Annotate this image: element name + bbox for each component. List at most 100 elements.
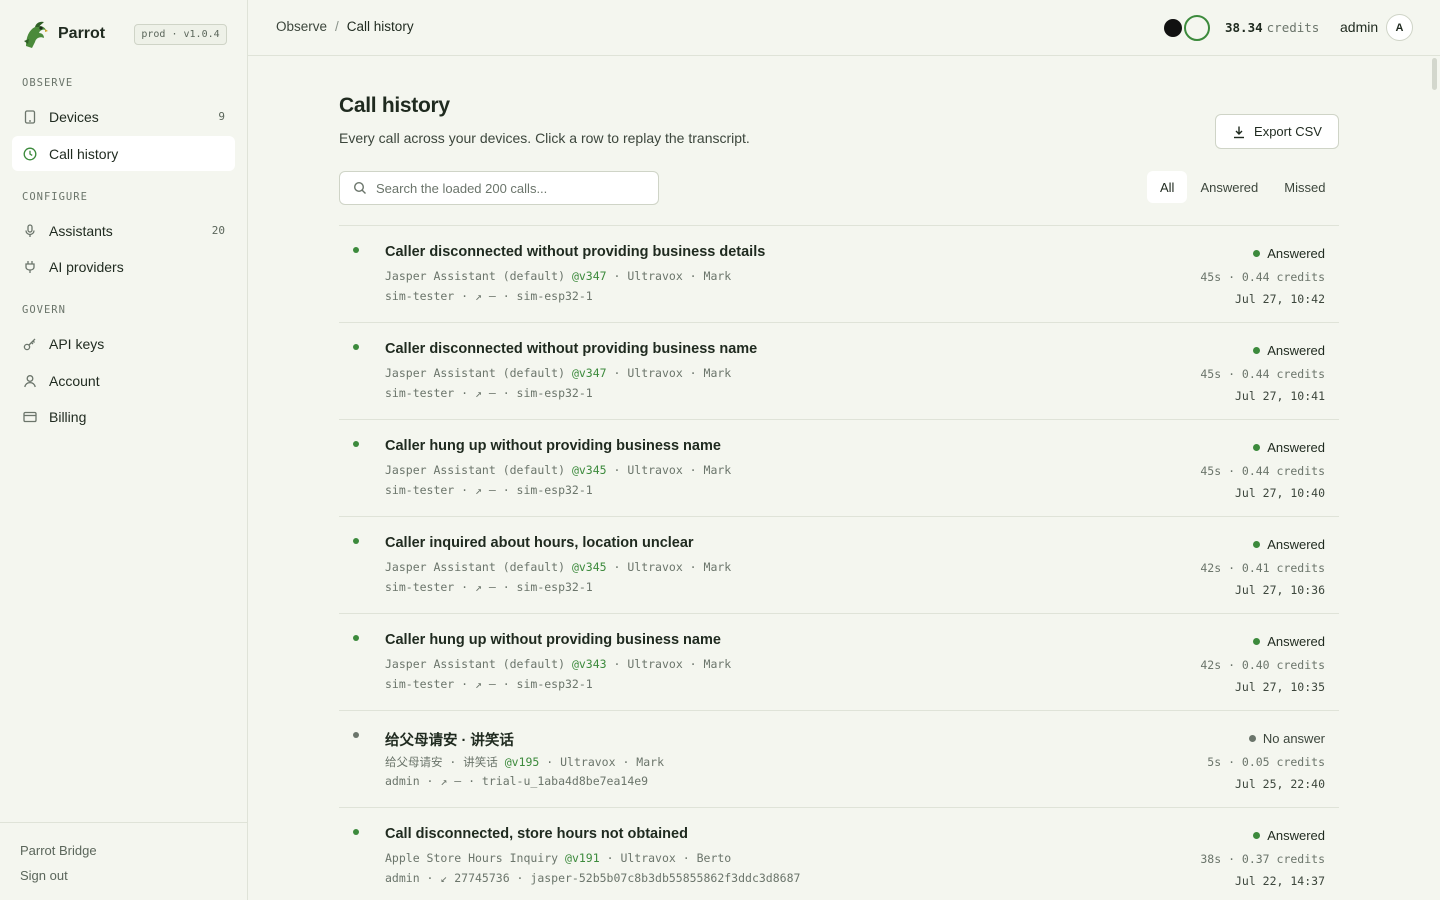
call-assistant: Jasper Assistant (default) [385, 560, 566, 574]
call-assistant: Jasper Assistant (default) [385, 463, 566, 477]
sign-out-link[interactable]: Sign out [20, 868, 68, 883]
call-voice: Mark [636, 755, 664, 769]
status-text: Answered [1267, 343, 1325, 358]
sidebar-item-call-history[interactable]: Call history [12, 136, 235, 171]
row-status-dot [353, 344, 359, 350]
call-meta-assistant: Jasper Assistant (default) @v345 · Ultra… [385, 463, 732, 477]
sidebar-item-label: Account [49, 372, 100, 389]
sidebar-item-count: 9 [218, 110, 225, 123]
sidebar-footer: Parrot Bridge Sign out [0, 822, 247, 900]
call-provider: Ultravox [627, 560, 683, 574]
row-status-dot [353, 829, 359, 835]
call-title: 给父母请安 · 讲笑话 [385, 733, 514, 749]
call-provider: Ultravox [627, 463, 683, 477]
call-time: Jul 27, 10:36 [1234, 583, 1325, 597]
export-csv-label: Export CSV [1254, 124, 1322, 139]
status-dot [1253, 444, 1261, 451]
call-time: Jul 27, 10:41 [1234, 389, 1325, 403]
call-time: Jul 27, 10:35 [1234, 680, 1325, 694]
call-voice: Berto [696, 851, 732, 865]
call-row[interactable]: 给父母请安 · 讲笑话 给父母请安 · 讲笑话 @v195 · Ultravox… [339, 711, 1339, 808]
call-version: @v345 [571, 463, 607, 477]
call-row[interactable]: Caller hung up without providing busines… [339, 614, 1339, 711]
status-text: Answered [1267, 537, 1325, 552]
call-meta-assistant: Jasper Assistant (default) @v343 · Ultra… [385, 657, 732, 671]
sidebar-item-assistants[interactable]: Assistants 20 [12, 213, 235, 248]
call-provider: Ultravox [560, 755, 616, 769]
status-text: Answered [1267, 634, 1325, 649]
app-name: Parrot [58, 25, 106, 42]
call-row[interactable]: Call disconnected, store hours not obtai… [339, 808, 1339, 900]
sidebar-item-devices[interactable]: Devices 9 [12, 99, 235, 134]
parrot-logo-icon [24, 21, 48, 48]
brand[interactable]: Parrot [20, 18, 105, 50]
status-badge: Answered [1253, 634, 1325, 649]
search-box [339, 171, 659, 205]
sidebar-item-ai-providers[interactable]: AI providers [12, 249, 235, 284]
status-text: No answer [1262, 731, 1325, 746]
sidebar-item-account[interactable]: Account [12, 363, 235, 398]
call-voice: Mark [703, 560, 732, 574]
status-badge: Answered [1253, 440, 1325, 455]
call-provider: Ultravox [620, 851, 676, 865]
search-input[interactable] [376, 180, 646, 196]
sidebar-item-api-keys[interactable]: API keys [12, 326, 235, 361]
status-badge: Answered [1253, 828, 1325, 843]
section-label-configure: CONFIGURE [22, 191, 88, 203]
call-cost: 38s · 0.37 credits [1200, 852, 1325, 866]
filter-tab-answered[interactable]: Answered [1187, 171, 1271, 203]
filter-tab-missed[interactable]: Missed [1271, 171, 1338, 203]
call-provider: Ultravox [627, 366, 683, 380]
call-row[interactable]: Caller disconnected without providing bu… [339, 323, 1339, 420]
section-label-observe: OBSERVE [22, 77, 74, 89]
row-status-dot [353, 247, 359, 253]
credits-unit: credits [1266, 20, 1320, 35]
status-dot [1253, 347, 1261, 354]
call-meta-device: admin · ↗ — · trial-u_1aba4d8be7ea14e9 [385, 774, 649, 788]
call-version: @v195 [504, 755, 540, 769]
call-assistant: 给父母请安 · 讲笑话 [385, 755, 498, 769]
export-csv-button[interactable]: Export CSV [1215, 114, 1339, 149]
sidebar-item-label: AI providers [49, 258, 124, 275]
status-badge: Answered [1253, 246, 1325, 261]
breadcrumb-observe[interactable]: Observe [276, 19, 327, 34]
scrollbar-thumb[interactable] [1432, 58, 1437, 90]
call-meta-device: sim-tester · ↗ — · sim-esp32-1 [385, 483, 593, 497]
call-row[interactable]: Caller hung up without providing busines… [339, 420, 1339, 517]
filter-tab-all[interactable]: All [1147, 171, 1188, 203]
call-version: @v343 [571, 657, 607, 671]
call-cost: 45s · 0.44 credits [1200, 270, 1325, 284]
status-badge: No answer [1248, 731, 1325, 746]
credits-value: 38.34 [1225, 20, 1263, 35]
avatar[interactable]: A [1386, 14, 1413, 41]
status-dot [1248, 735, 1256, 742]
status-dot [1253, 638, 1261, 645]
filter-tabs: All Answered Missed [1147, 171, 1338, 203]
call-meta-device: admin · ↙ 27745736 · jasper-52b5b07c8b3d… [385, 871, 801, 885]
sidebar-item-label: API keys [49, 335, 105, 352]
call-assistant: Jasper Assistant (default) [385, 269, 566, 283]
credits-balance: 38.34 credits [1225, 20, 1319, 35]
status-text: Answered [1267, 828, 1325, 843]
call-voice: Mark [703, 366, 732, 380]
call-row[interactable]: Caller disconnected without providing bu… [339, 226, 1339, 323]
sidebar-item-billing[interactable]: Billing [12, 399, 235, 434]
call-cost: 45s · 0.44 credits [1200, 367, 1325, 381]
call-assistant: Apple Store Hours Inquiry [385, 851, 559, 865]
sidebar: Parrot prod · v1.0.4 OBSERVE Devices 9 C… [0, 0, 248, 900]
env-badge: prod · v1.0.4 [134, 24, 227, 45]
status-ring-icon [1184, 15, 1210, 41]
call-row[interactable]: Caller inquired about hours, location un… [339, 517, 1339, 614]
status-dot [1253, 541, 1261, 548]
status-text: Answered [1267, 440, 1325, 455]
call-time: Jul 27, 10:40 [1234, 486, 1325, 500]
parrot-bridge-link[interactable]: Parrot Bridge [20, 843, 97, 858]
call-meta-assistant: Jasper Assistant (default) @v347 · Ultra… [385, 269, 732, 283]
call-time: Jul 25, 22:40 [1234, 777, 1325, 791]
page-subtitle: Every call across your devices. Click a … [339, 130, 750, 146]
call-meta-device: sim-tester · ↗ — · sim-esp32-1 [385, 386, 593, 400]
breadcrumb: Observe / Call history [276, 19, 414, 34]
connection-status[interactable] [1164, 15, 1210, 41]
call-meta-assistant: Jasper Assistant (default) @v345 · Ultra… [385, 560, 732, 574]
sidebar-item-count: 20 [211, 224, 225, 237]
